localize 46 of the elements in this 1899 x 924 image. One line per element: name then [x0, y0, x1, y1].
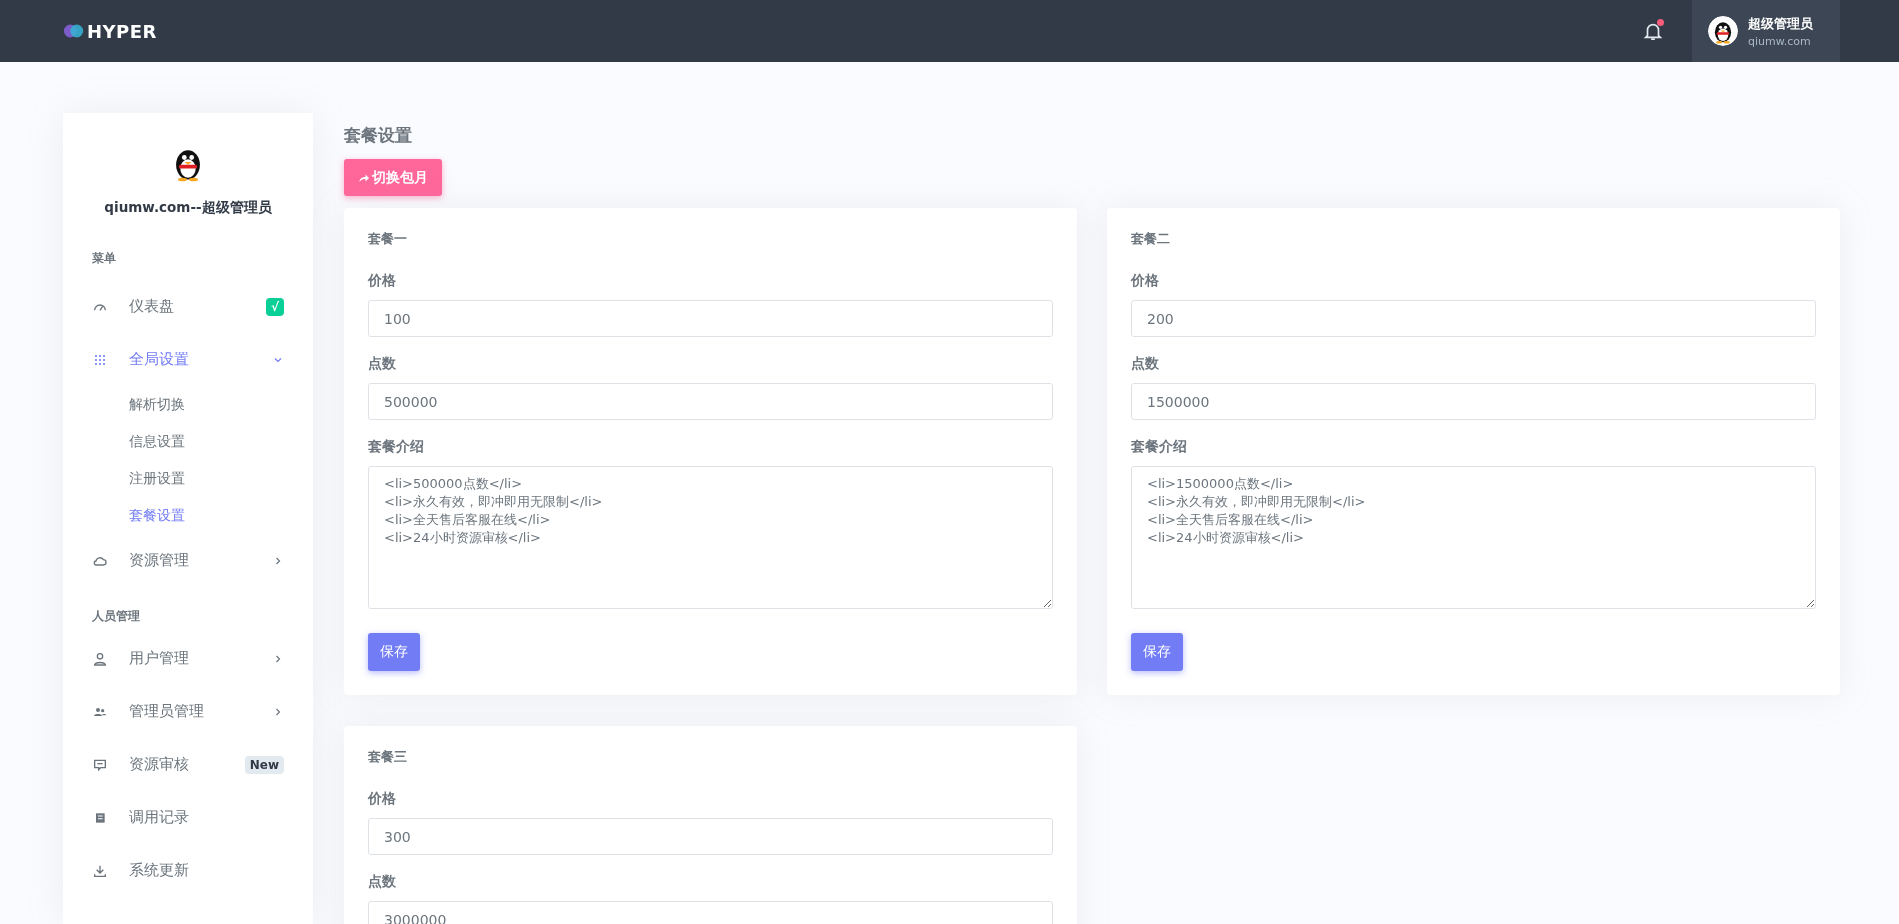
user-menu[interactable]: 超级管理员 qiumw.com [1692, 0, 1840, 62]
menu-item[interactable]: 用户管理 [63, 632, 313, 685]
textarea-field[interactable]: <li>500000点数</li> <li>永久有效，即冲即用无限制</li> <li>全天售后客服在线</li> <li>24小时资源审核</li> [368, 466, 1053, 609]
user-name: 超级管理员 [1748, 14, 1813, 33]
input-field[interactable]: 500000 [368, 383, 1053, 420]
field-label: 套餐介绍 [368, 438, 424, 456]
submenu-item[interactable]: 解析切换 [63, 386, 313, 423]
menu-item[interactable]: 全局设置 [63, 333, 313, 386]
menu-item[interactable]: 调用记录 [63, 791, 313, 844]
menu-badge: New [244, 755, 284, 774]
profile-name: qiumw.com--超级管理员 [104, 199, 272, 217]
field-label: 价格 [368, 272, 396, 290]
card-title: 套餐二 [1131, 230, 1170, 248]
menu-item[interactable]: 仪表盘 √ [63, 280, 313, 333]
user-icon [92, 650, 108, 667]
field-label: 价格 [368, 790, 396, 808]
input-field[interactable]: 3000000 [368, 901, 1053, 924]
card-title: 套餐一 [368, 230, 407, 248]
menu-badge: √ [266, 297, 284, 316]
field-label: 点数 [368, 355, 396, 373]
section-title: 人员管理 [91, 609, 141, 624]
save-button[interactable]: 保存 [368, 633, 420, 671]
user-site: qiumw.com [1748, 34, 1812, 48]
submenu-item[interactable]: 注册设置 [63, 460, 313, 497]
input-field[interactable]: 100 [368, 300, 1053, 337]
section-title: 菜单 [91, 251, 117, 266]
page-title: 套餐设置 [344, 124, 412, 147]
switch-button[interactable]: 切换包月 [344, 159, 442, 196]
textarea-field[interactable]: <li>1500000点数</li> <li>永久有效，即冲即用无限制</li> <li>全天售后客服在线</li> <li>24小时资源审核</li> [1131, 466, 1816, 609]
save-button[interactable]: 保存 [1131, 633, 1183, 671]
field-label: 套餐介绍 [1131, 438, 1187, 456]
menu-item[interactable]: 资源审核 New [63, 738, 313, 791]
input-field[interactable]: 200 [1131, 300, 1816, 337]
avatar-icon [1708, 16, 1738, 46]
menu-item[interactable]: 管理员管理 [63, 685, 313, 738]
submenu-item[interactable]: 套餐设置 [63, 497, 313, 534]
card-title: 套餐三 [368, 748, 407, 766]
menu-item[interactable]: 资源管理 [63, 534, 313, 587]
menu-item[interactable]: 系统更新 [63, 844, 313, 897]
field-label: 价格 [1131, 272, 1159, 290]
input-field[interactable]: 300 [368, 818, 1053, 855]
submenu-item[interactable]: 信息设置 [63, 423, 313, 460]
logo-text: HYPER [87, 20, 157, 42]
field-label: 点数 [368, 873, 396, 891]
input-field[interactable]: 1500000 [1131, 383, 1816, 420]
field-label: 点数 [1131, 355, 1159, 373]
